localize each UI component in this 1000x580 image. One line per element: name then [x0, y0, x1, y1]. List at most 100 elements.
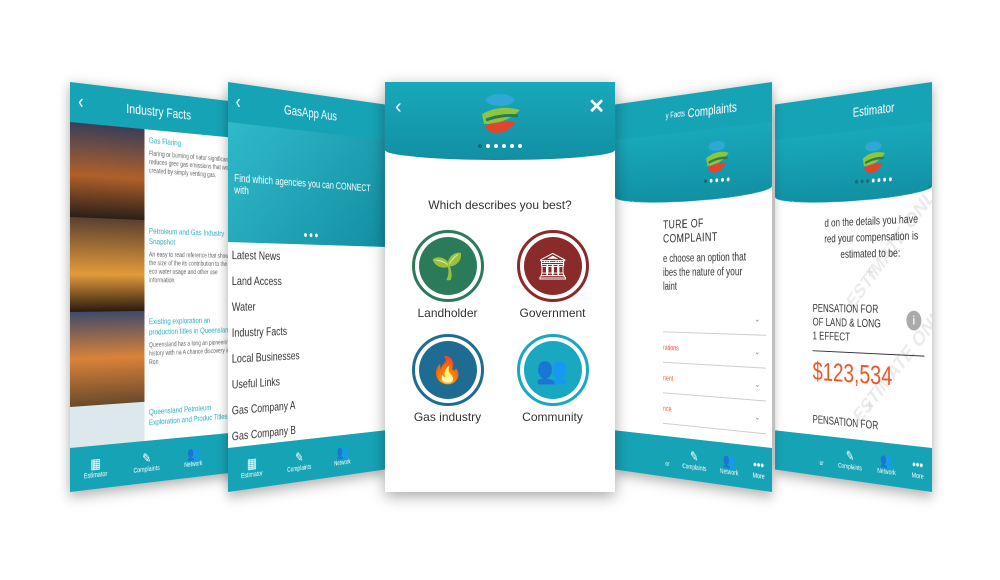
tab-label: More — [752, 471, 765, 481]
back-icon[interactable]: ‹ — [78, 91, 83, 114]
phone-home-menu: ‹ GasApp Aus Find which agencies you can … — [228, 82, 385, 492]
people-icon: 👥 — [880, 451, 893, 469]
item-title: Petroleum and Gas Industry Snapshot — [148, 225, 225, 247]
back-icon[interactable]: ‹ — [395, 96, 402, 119]
tab-network[interactable]: 👥 Network — [877, 451, 895, 476]
item-desc: Queensland has a long an pioneering hist… — [148, 339, 232, 367]
phone-describes-you: ‹ ✕ Which describes you best? 🌱 Landholde… — [385, 82, 615, 492]
phone-complaints: y Facts Complaints TURE OF COMPLAINT e ch… — [615, 82, 772, 492]
edit-icon: ✎ — [142, 449, 152, 466]
tab-label: Complaints — [682, 462, 707, 473]
tab-more[interactable]: ••• More — [911, 455, 924, 481]
item-title: Gas Flaring — [148, 135, 182, 148]
calculator-icon: ▦ — [246, 454, 257, 472]
option-label: Community — [522, 410, 583, 424]
menu-list: Latest News Land Access Water Industry F… — [228, 242, 385, 450]
phone-industry-facts: ‹Industry Facts⚲ Gas FlaringFlaring or b… — [70, 82, 240, 492]
option-government[interactable]: 🏛 Government — [500, 230, 605, 320]
tab-complaints[interactable]: ✎ Complaints — [838, 447, 862, 472]
connect-banner[interactable]: Find which agencies you can CONNECT with — [228, 122, 385, 247]
chevron-down-icon: ⌄ — [754, 411, 760, 422]
people-icon: 👥 — [722, 451, 736, 469]
prev-title: y Facts — [665, 108, 685, 121]
people-icon: 👥 — [336, 443, 349, 460]
parliament-icon: 🏛 — [523, 237, 582, 295]
page-title: Estimator — [852, 99, 895, 120]
tab-network[interactable]: 👥 Network — [184, 444, 203, 469]
tab-bar: or ✎ Complaints 👥 Network ••• More — [775, 430, 932, 492]
tab-estimator[interactable]: ▦ Estimator — [84, 454, 107, 480]
tab-label: Estimator — [240, 469, 263, 480]
edit-icon: ✎ — [690, 447, 699, 464]
list-item[interactable]: Petroleum and Gas Industry Snapshot An ea… — [70, 217, 240, 312]
tab-bar: or ✎ Complaints 👥 Network ••• More — [615, 430, 772, 492]
tab-estimator[interactable]: or — [820, 445, 824, 467]
sunset-photo — [70, 310, 145, 407]
prompt-text: e choose an option that ibes the nature o… — [663, 251, 747, 293]
carousel-dots[interactable] — [704, 177, 730, 184]
tab-complaints[interactable]: ✎ Complaints — [133, 449, 160, 475]
page-title: Complaints — [687, 98, 737, 121]
logo-header: ‹ ✕ — [385, 82, 615, 160]
section-heading: TURE OF COMPLAINT — [663, 215, 718, 246]
list-item[interactable]: Existing exploration an production title… — [70, 309, 240, 407]
plus-icon: + — [865, 262, 874, 284]
tab-label: Network — [719, 467, 739, 477]
tab-estimator[interactable]: ▦ Estimator — [240, 454, 263, 480]
plant-photo — [70, 217, 145, 312]
estimate-intro: d on the details you have red your compen… — [824, 211, 919, 261]
chevron-down-icon: ⌄ — [754, 314, 760, 324]
close-icon[interactable]: ✕ — [588, 94, 605, 119]
carousel-dots[interactable] — [228, 230, 385, 240]
chevron-down-icon: ⌄ — [754, 379, 760, 389]
app-logo — [861, 139, 887, 175]
option-gas-industry[interactable]: 🔥 Gas industry — [395, 334, 500, 424]
tab-label: Network — [184, 460, 203, 469]
question-heading: Which describes you best? — [428, 198, 572, 212]
item-title: Existing exploration an production title… — [148, 315, 232, 337]
flame-icon: 🔥 — [418, 341, 477, 399]
option-label: Government — [519, 306, 586, 320]
dropdown-row[interactable]: nce ⌄ — [663, 393, 766, 435]
edit-icon: ✎ — [845, 447, 854, 464]
item-desc: Flaring or burning of natur significantl… — [148, 150, 235, 180]
tab-label: Complaints — [838, 462, 862, 472]
app-logo — [704, 138, 730, 175]
tab-label: More — [911, 471, 924, 481]
info-icon[interactable]: i — [906, 310, 922, 331]
calculator-icon: ▦ — [90, 454, 101, 472]
tab-network[interactable]: 👥 Network — [334, 443, 351, 467]
option-community[interactable]: 👥 Community — [500, 334, 605, 424]
menu-item[interactable]: Land Access — [228, 268, 385, 294]
option-landholder[interactable]: 🌱 Landholder — [395, 230, 500, 320]
back-icon[interactable]: ‹ — [236, 91, 241, 114]
phone-estimator: Estimator ESTIMATE ONLY ESTIMATE ONLY d … — [775, 82, 932, 492]
tab-network[interactable]: 👥 Network — [720, 452, 739, 477]
compensation-label: PENSATION FOR OF LAND & LONG 1 EFFECT i — [812, 294, 925, 357]
chevron-down-icon: ⌄ — [754, 346, 760, 356]
item-desc: An easy to read reference that shows the… — [148, 251, 232, 285]
page-title: GasApp Aus — [283, 101, 337, 124]
tab-label: or — [819, 459, 824, 467]
people-icon: 👥 — [523, 341, 582, 399]
carousel-dots[interactable] — [478, 144, 522, 148]
option-label: Landholder — [417, 306, 478, 320]
people-icon: 👥 — [187, 444, 200, 461]
page-title: Industry Facts — [126, 100, 192, 123]
tab-label: Complaints — [133, 464, 160, 475]
tab-label: or — [665, 460, 670, 468]
list-item[interactable]: Gas Flaring Flaring or burning of natur s… — [70, 122, 240, 224]
tab-estimator[interactable]: or — [665, 446, 669, 468]
app-logo — [480, 92, 522, 135]
tab-label: Complaints — [287, 463, 312, 474]
option-label: Gas industry — [413, 410, 482, 424]
item-title: Queensland Petroleum Exploration and Pro… — [148, 402, 228, 428]
edit-icon: ✎ — [295, 448, 304, 465]
dropdown-row[interactable]: ⌄ — [663, 301, 766, 336]
tab-more[interactable]: ••• More — [752, 455, 765, 481]
more-icon: ••• — [753, 455, 765, 473]
hand-plant-icon: 🌱 — [418, 237, 477, 295]
tab-complaints[interactable]: ✎ Complaints — [287, 449, 311, 474]
tab-complaints[interactable]: ✎ Complaints — [682, 448, 706, 473]
more-icon: ••• — [912, 455, 924, 473]
